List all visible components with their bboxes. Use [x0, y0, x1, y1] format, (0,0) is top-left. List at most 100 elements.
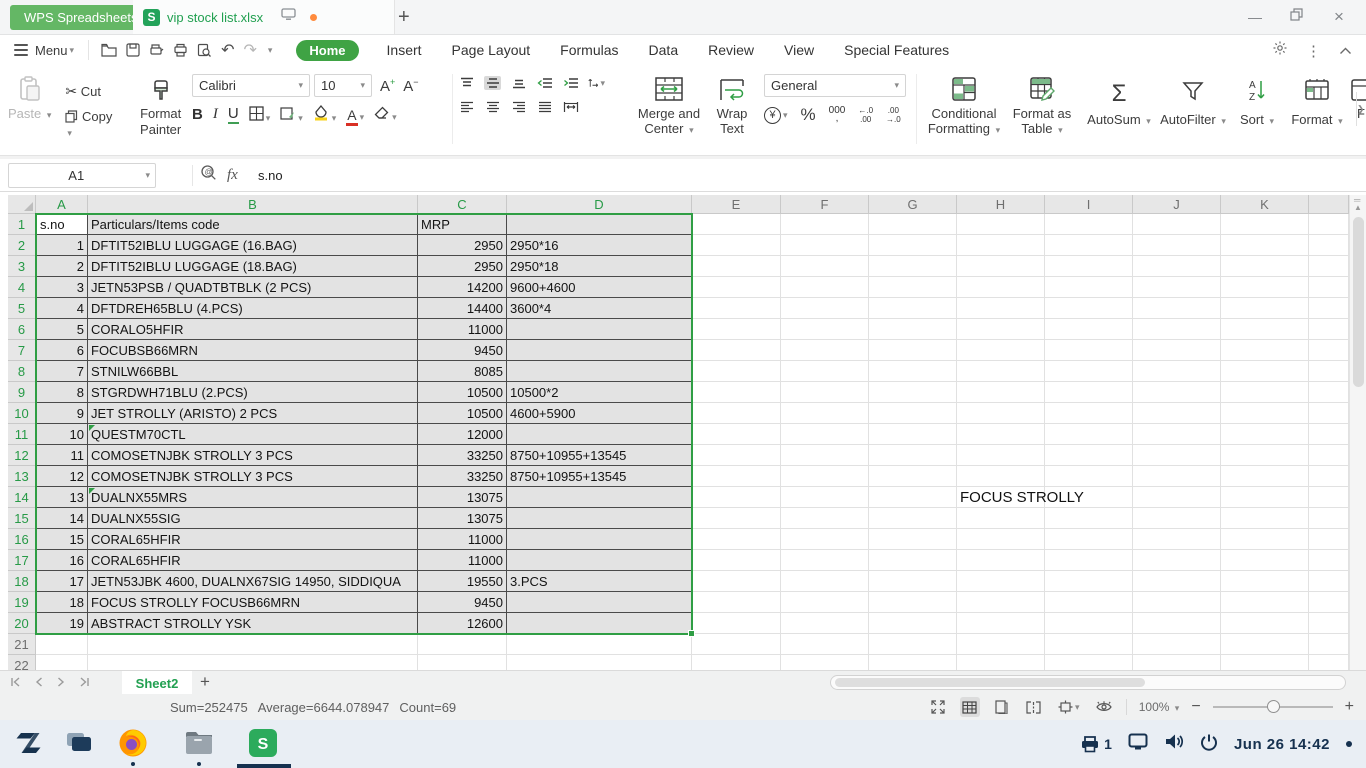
cell-F10[interactable] [781, 403, 869, 424]
cell-B9[interactable]: STGRDWH71BLU (2.PCS) [88, 382, 418, 403]
cell-D15[interactable] [507, 508, 692, 529]
cell-D20[interactable] [507, 613, 692, 634]
cell-J16[interactable] [1133, 529, 1221, 550]
cell-E10[interactable] [692, 403, 781, 424]
cell-I21[interactable] [1045, 634, 1133, 655]
cell-E11[interactable] [692, 424, 781, 445]
cell-D22[interactable] [507, 655, 692, 670]
cell-F20[interactable] [781, 613, 869, 634]
row-header-3[interactable]: 3 [8, 256, 36, 277]
cell-X22[interactable] [1309, 655, 1349, 670]
cell-H8[interactable] [957, 361, 1045, 382]
cell-A19[interactable]: 18 [36, 592, 88, 613]
cell-G7[interactable] [869, 340, 957, 361]
cell-G12[interactable] [869, 445, 957, 466]
cell-H6[interactable] [957, 319, 1045, 340]
tab-special-features[interactable]: Special Features [842, 40, 951, 60]
cell-D2[interactable]: 2950*16 [507, 235, 692, 256]
cell-G19[interactable] [869, 592, 957, 613]
cell-H4[interactable] [957, 277, 1045, 298]
normal-view-button[interactable] [960, 697, 980, 717]
row-header-21[interactable]: 21 [8, 634, 36, 655]
cell-X9[interactable] [1309, 382, 1349, 403]
cell-J1[interactable] [1133, 214, 1221, 235]
row-header-1[interactable]: 1 [8, 214, 36, 235]
cell-A2[interactable]: 1 [36, 235, 88, 256]
merge-and-center-button[interactable]: Merge and Center ▾ [632, 64, 706, 154]
cell-H16[interactable] [957, 529, 1045, 550]
align-middle-button[interactable] [484, 76, 501, 90]
cell-D9[interactable]: 10500*2 [507, 382, 692, 403]
align-bottom-button[interactable] [510, 76, 527, 90]
cell-B10[interactable]: JET STROLLY (ARISTO) 2 PCS [88, 403, 418, 424]
col-header-partial[interactable] [1309, 195, 1349, 214]
cell-A10[interactable]: 9 [36, 403, 88, 424]
cell-A21[interactable] [36, 634, 88, 655]
cell-X5[interactable] [1309, 298, 1349, 319]
fullscreen-view-button[interactable] [928, 697, 948, 717]
cell-H2[interactable] [957, 235, 1045, 256]
cell-H22[interactable] [957, 655, 1045, 670]
cell-D4[interactable]: 9600+4600 [507, 277, 692, 298]
cell-C16[interactable]: 11000 [418, 529, 507, 550]
cell-F12[interactable] [781, 445, 869, 466]
menu-button[interactable]: Menu [35, 43, 68, 58]
page-break-preview-button[interactable] [1024, 697, 1044, 717]
tab-review[interactable]: Review [706, 40, 756, 60]
print-icon[interactable] [173, 43, 188, 57]
row-header-6[interactable]: 6 [8, 319, 36, 340]
cell-D6[interactable] [507, 319, 692, 340]
cell-D11[interactable] [507, 424, 692, 445]
cell-C7[interactable]: 9450 [418, 340, 507, 361]
settings-gear-icon[interactable] [1272, 40, 1288, 61]
cell-K4[interactable] [1221, 277, 1309, 298]
cell-F2[interactable] [781, 235, 869, 256]
cell-I1[interactable] [1045, 214, 1133, 235]
conditional-formatting-button[interactable]: Conditional Formatting ▾ [924, 64, 1004, 154]
cell-K7[interactable] [1221, 340, 1309, 361]
cell-X3[interactable] [1309, 256, 1349, 277]
cell-E5[interactable] [692, 298, 781, 319]
cell-G2[interactable] [869, 235, 957, 256]
cell-J5[interactable] [1133, 298, 1221, 319]
cell-A5[interactable]: 4 [36, 298, 88, 319]
cell-C3[interactable]: 2950 [418, 256, 507, 277]
font-name-select[interactable]: Calibri▾ [192, 74, 310, 97]
cell-F8[interactable] [781, 361, 869, 382]
name-box[interactable]: A1▾ [8, 163, 156, 188]
cell-I22[interactable] [1045, 655, 1133, 670]
next-sheet-button[interactable] [57, 674, 65, 692]
cell-G15[interactable] [869, 508, 957, 529]
cell-H15[interactable] [957, 508, 1045, 529]
cell-I17[interactable] [1045, 550, 1133, 571]
files-icon[interactable] [184, 728, 214, 758]
cell-B20[interactable]: ABSTRACT STROLLY YSK [88, 613, 418, 634]
cell-I15[interactable] [1045, 508, 1133, 529]
cell-C12[interactable]: 33250 [418, 445, 507, 466]
row-header-5[interactable]: 5 [8, 298, 36, 319]
cell-G4[interactable] [869, 277, 957, 298]
cell-K3[interactable] [1221, 256, 1309, 277]
cell-F21[interactable] [781, 634, 869, 655]
cell-I9[interactable] [1045, 382, 1133, 403]
output-icon[interactable] [149, 43, 164, 57]
cell-K20[interactable] [1221, 613, 1309, 634]
row-header-10[interactable]: 10 [8, 403, 36, 424]
open-icon[interactable] [101, 43, 117, 57]
fill-color-button[interactable]: ▾ [313, 105, 337, 124]
cell-I20[interactable] [1045, 613, 1133, 634]
cell-H3[interactable] [957, 256, 1045, 277]
cell-K11[interactable] [1221, 424, 1309, 445]
ribbon-expand-chevron[interactable]: ❯ [1356, 92, 1366, 126]
cell-B4[interactable]: JETN53PSB / QUADTBTBLK (2 PCS) [88, 277, 418, 298]
justify-button[interactable] [536, 100, 553, 114]
cell-D10[interactable]: 4600+5900 [507, 403, 692, 424]
cell-X17[interactable] [1309, 550, 1349, 571]
cell-K17[interactable] [1221, 550, 1309, 571]
cell-K14[interactable] [1221, 487, 1309, 508]
cell-B6[interactable]: CORALO5HFIR [88, 319, 418, 340]
notification-dot[interactable] [1346, 741, 1352, 747]
cell-C6[interactable]: 11000 [418, 319, 507, 340]
cell-A16[interactable]: 15 [36, 529, 88, 550]
col-header-I[interactable]: I [1045, 195, 1133, 214]
